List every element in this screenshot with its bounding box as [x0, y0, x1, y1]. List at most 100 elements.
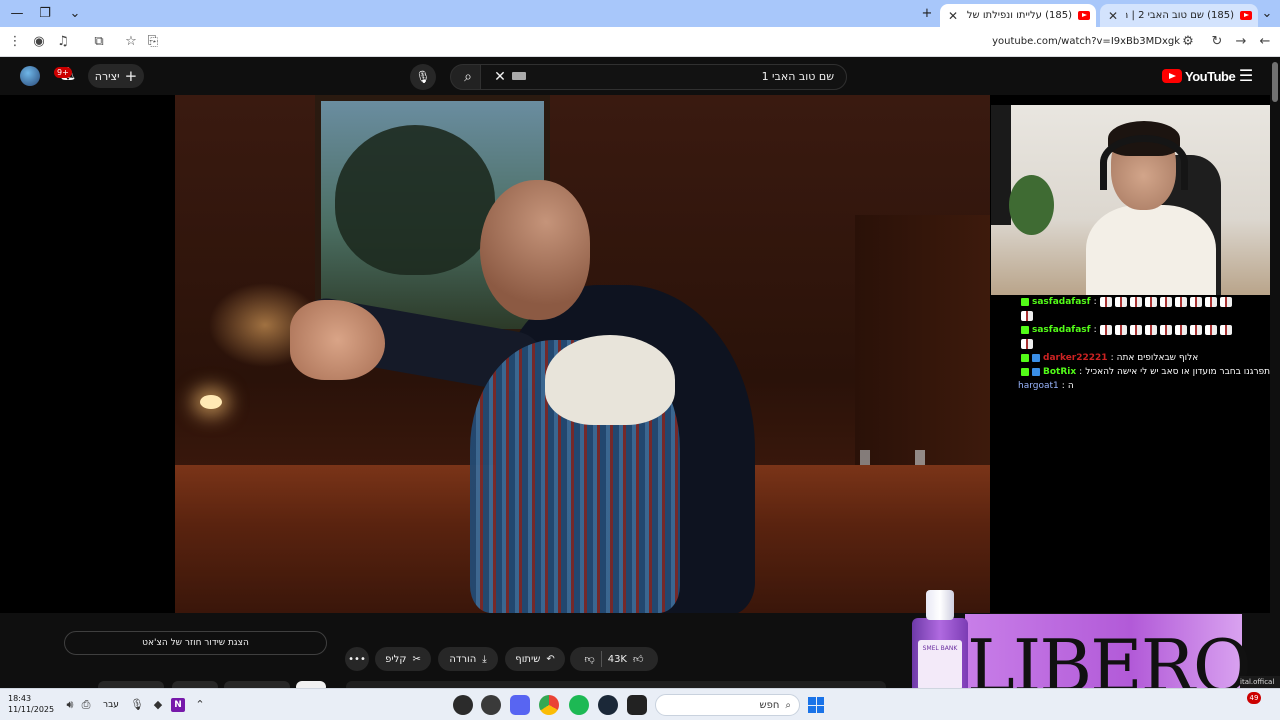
extensions-icon[interactable]: ⧉: [88, 31, 110, 53]
network-icon[interactable]: ⎙: [78, 697, 94, 713]
chat-message-continuation: [1015, 337, 1280, 351]
bottle-label: SMEL BANK: [918, 640, 962, 690]
chat-message-continuation: [1015, 309, 1280, 323]
emote-icon: [1189, 297, 1202, 307]
steam-icon[interactable]: [598, 695, 618, 715]
emote-icon: [1144, 325, 1157, 335]
video-scene-judge-head: [480, 180, 590, 320]
taskbar-search-box[interactable]: חפש ⌕: [655, 694, 800, 716]
emote-icon: [1159, 297, 1172, 307]
emote-icon: [1099, 325, 1112, 335]
like-dislike-group: 👎︎ 43K 👍︎: [570, 647, 658, 671]
emote-icon: [1129, 325, 1142, 335]
emote-icon: [1021, 339, 1033, 349]
kick-badge-icon: [1021, 298, 1029, 306]
chat-message: BotRix : תפרגנו בחבר מועדון או סאב יש לי…: [1015, 365, 1280, 379]
clip-button[interactable]: קליפ ✂: [375, 647, 431, 671]
youtube-favicon-icon: [1078, 11, 1090, 20]
voice-search-mic-icon[interactable]: 🎙︎: [410, 64, 436, 90]
start-tile: [816, 705, 824, 713]
onenote-icon[interactable]: N: [171, 698, 185, 712]
stream-chat-overlay: sasfadafasf : sasfadafasf : darker22221 …: [1015, 295, 1280, 415]
chrome-icon[interactable]: [539, 695, 559, 715]
tray-app-icon[interactable]: ◆: [150, 697, 166, 713]
install-app-icon[interactable]: ⎘: [142, 31, 164, 53]
back-arrow-icon[interactable]: ←: [1254, 31, 1276, 53]
windows-start-icon[interactable]: [808, 697, 824, 713]
clip-label: קליפ: [385, 653, 407, 665]
chat-separator: :: [1061, 381, 1065, 391]
keyboard-icon[interactable]: [512, 72, 526, 80]
chat-username: hargoat1: [1018, 381, 1059, 391]
scissors-icon: ✂: [412, 653, 421, 665]
live-chat-replay-button[interactable]: הצגת שידור חוזר של הצ'אט: [64, 631, 327, 655]
like-count[interactable]: 43K: [608, 654, 627, 665]
tab-title: (185) שם טוב האבי 2 | הסרט הי: [1126, 10, 1234, 21]
terminal-icon[interactable]: [627, 695, 647, 715]
chat-separator: :: [1079, 367, 1083, 377]
youtube-favicon-icon: [1240, 11, 1252, 20]
menu-kebab-icon[interactable]: ⋮: [4, 31, 26, 53]
create-button[interactable]: יצירה +: [88, 64, 144, 88]
webcam-plant: [1009, 175, 1054, 235]
tab-close-icon[interactable]: ✕: [1106, 9, 1120, 23]
emote-icon: [1189, 325, 1202, 335]
site-settings-icon[interactable]: ⚙: [1177, 31, 1199, 53]
tab-search-icon[interactable]: ⌄: [66, 5, 84, 23]
share-button[interactable]: שיתוף ↶: [505, 647, 565, 671]
divider: [600, 651, 602, 667]
spotify-icon[interactable]: [569, 695, 589, 715]
show-hidden-icons-chevron-icon[interactable]: ⌃: [192, 697, 208, 713]
taskbar-app-icon[interactable]: [453, 695, 473, 715]
chat-message: hargoat1 : ה: [1015, 379, 1280, 393]
youtube-header: 🔔︎ יצירה + 🎙︎ ⌕ שם טוב האבי 1 ✕ YouTube …: [0, 57, 1280, 95]
profile-avatar-icon[interactable]: ◉: [28, 31, 50, 53]
share-label: שיתוף: [515, 653, 541, 665]
tab-close-icon[interactable]: ✕: [946, 9, 960, 23]
clock-time: 18:43: [8, 694, 32, 703]
microphone-icon[interactable]: 🎙︎: [129, 697, 145, 713]
video-player[interactable]: sasfadafasf : sasfadafasf : darker22221 …: [0, 95, 1280, 613]
emote-icon: [1129, 297, 1142, 307]
emote-icon: [1114, 325, 1127, 335]
taskbar-clock[interactable]: 18:43 11/11/2025: [8, 693, 54, 715]
emote-icon: [1159, 325, 1172, 335]
chat-separator: :: [1093, 325, 1097, 335]
emote-icon: [1219, 297, 1232, 307]
webcam-shirt: [1086, 205, 1216, 295]
address-bar-url[interactable]: youtube.com/watch?v=I9xBb3MDxgk: [870, 33, 1180, 51]
tab-inactive[interactable]: (185) שם טוב האבי 2 | הסרט הי ✕: [1100, 4, 1258, 27]
input-language[interactable]: עבר: [103, 697, 119, 713]
tab-active[interactable]: (185) עלייתו ונפילתו של שר ✕: [940, 4, 1096, 27]
more-actions-button[interactable]: •••: [345, 647, 369, 671]
video-scene-tree: [335, 125, 495, 275]
youtube-logo[interactable]: YouTube: [1162, 67, 1236, 85]
taskbar-app-icon[interactable]: [481, 695, 501, 715]
reload-icon[interactable]: ↻: [1206, 31, 1228, 53]
media-controls-icon[interactable]: ♫: [52, 31, 74, 53]
avatar[interactable]: [20, 66, 40, 86]
chat-text: ה: [1067, 381, 1074, 391]
share-arrow-icon: ↶: [546, 653, 555, 665]
discord-icon[interactable]: [510, 695, 530, 715]
hamburger-menu-icon[interactable]: ☰: [1236, 66, 1256, 86]
plus-icon: +: [124, 67, 138, 85]
emote-icon: [1099, 297, 1112, 307]
minimize-window-button[interactable]: —: [8, 5, 26, 23]
search-input[interactable]: שם טוב האבי 1: [480, 64, 847, 90]
dislike-icon[interactable]: 👎︎: [585, 653, 595, 665]
volume-icon[interactable]: 🔊︎: [62, 697, 78, 713]
download-button[interactable]: הורדה ⤓: [438, 647, 498, 671]
bookmark-star-icon[interactable]: ☆: [120, 31, 142, 53]
restore-window-button[interactable]: ❐: [36, 5, 54, 23]
emote-icon: [1204, 325, 1217, 335]
video-frame[interactable]: [175, 95, 990, 613]
scrollbar-thumb[interactable]: [1272, 62, 1278, 102]
forward-arrow-icon[interactable]: →: [1230, 31, 1252, 53]
emote-icon: [1219, 325, 1232, 335]
tab-list-chevron-icon[interactable]: ⌄: [1258, 5, 1276, 23]
like-icon[interactable]: 👍︎: [633, 653, 643, 665]
kick-badge-icon: [1021, 326, 1029, 334]
clear-search-icon[interactable]: ✕: [490, 67, 510, 87]
new-tab-button[interactable]: +: [918, 5, 936, 23]
